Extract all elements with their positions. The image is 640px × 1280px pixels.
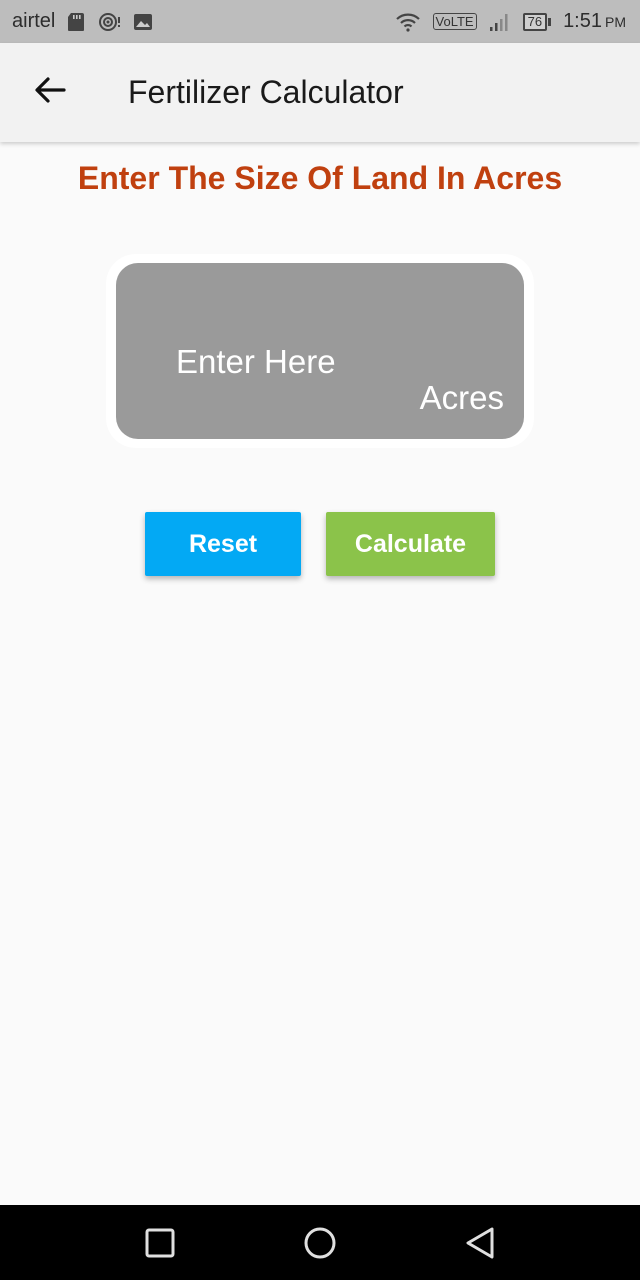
volte-badge: VoLTE bbox=[432, 13, 477, 30]
battery-level: 76 bbox=[522, 12, 548, 31]
arrow-left-icon bbox=[34, 76, 66, 109]
battery-tip bbox=[548, 17, 552, 26]
section-heading: Enter The Size Of Land In Acres bbox=[77, 160, 563, 196]
system-nav-bar bbox=[0, 1205, 640, 1280]
home-icon[interactable] bbox=[300, 1223, 340, 1263]
page-title: Fertilizer Calculator bbox=[128, 74, 404, 110]
gallery-icon bbox=[133, 13, 153, 31]
land-size-field: Acres bbox=[116, 263, 524, 439]
clock-time: 1:51 bbox=[563, 10, 602, 32]
sd-card-icon bbox=[67, 12, 85, 32]
back-button[interactable] bbox=[20, 63, 80, 123]
signal-icon bbox=[489, 12, 511, 32]
land-size-input[interactable] bbox=[176, 337, 406, 387]
clock: 1:51 PM bbox=[563, 10, 626, 33]
screen: airtel VoLTE 76 1:51 PM Fertilizer Calcu… bbox=[0, 0, 640, 1280]
status-bar-right: VoLTE 76 1:51 PM bbox=[395, 10, 626, 33]
acres-suffix: Acres bbox=[419, 379, 504, 416]
hotspot-icon bbox=[97, 12, 121, 32]
wifi-icon bbox=[395, 12, 421, 32]
reset-button[interactable]: Reset bbox=[145, 512, 301, 576]
carrier-label: airtel bbox=[12, 10, 56, 32]
calculate-button[interactable]: Calculate bbox=[326, 512, 495, 576]
land-size-card: Acres bbox=[106, 254, 534, 448]
status-bar: airtel VoLTE 76 1:51 PM bbox=[0, 0, 640, 43]
battery-icon: 76 bbox=[522, 12, 552, 31]
app-bar: Fertilizer Calculator bbox=[0, 43, 640, 142]
recent-apps-icon[interactable] bbox=[140, 1223, 180, 1263]
status-bar-left: airtel bbox=[12, 10, 153, 33]
clock-ampm: PM bbox=[605, 14, 626, 30]
back-triangle-icon[interactable] bbox=[460, 1223, 500, 1263]
